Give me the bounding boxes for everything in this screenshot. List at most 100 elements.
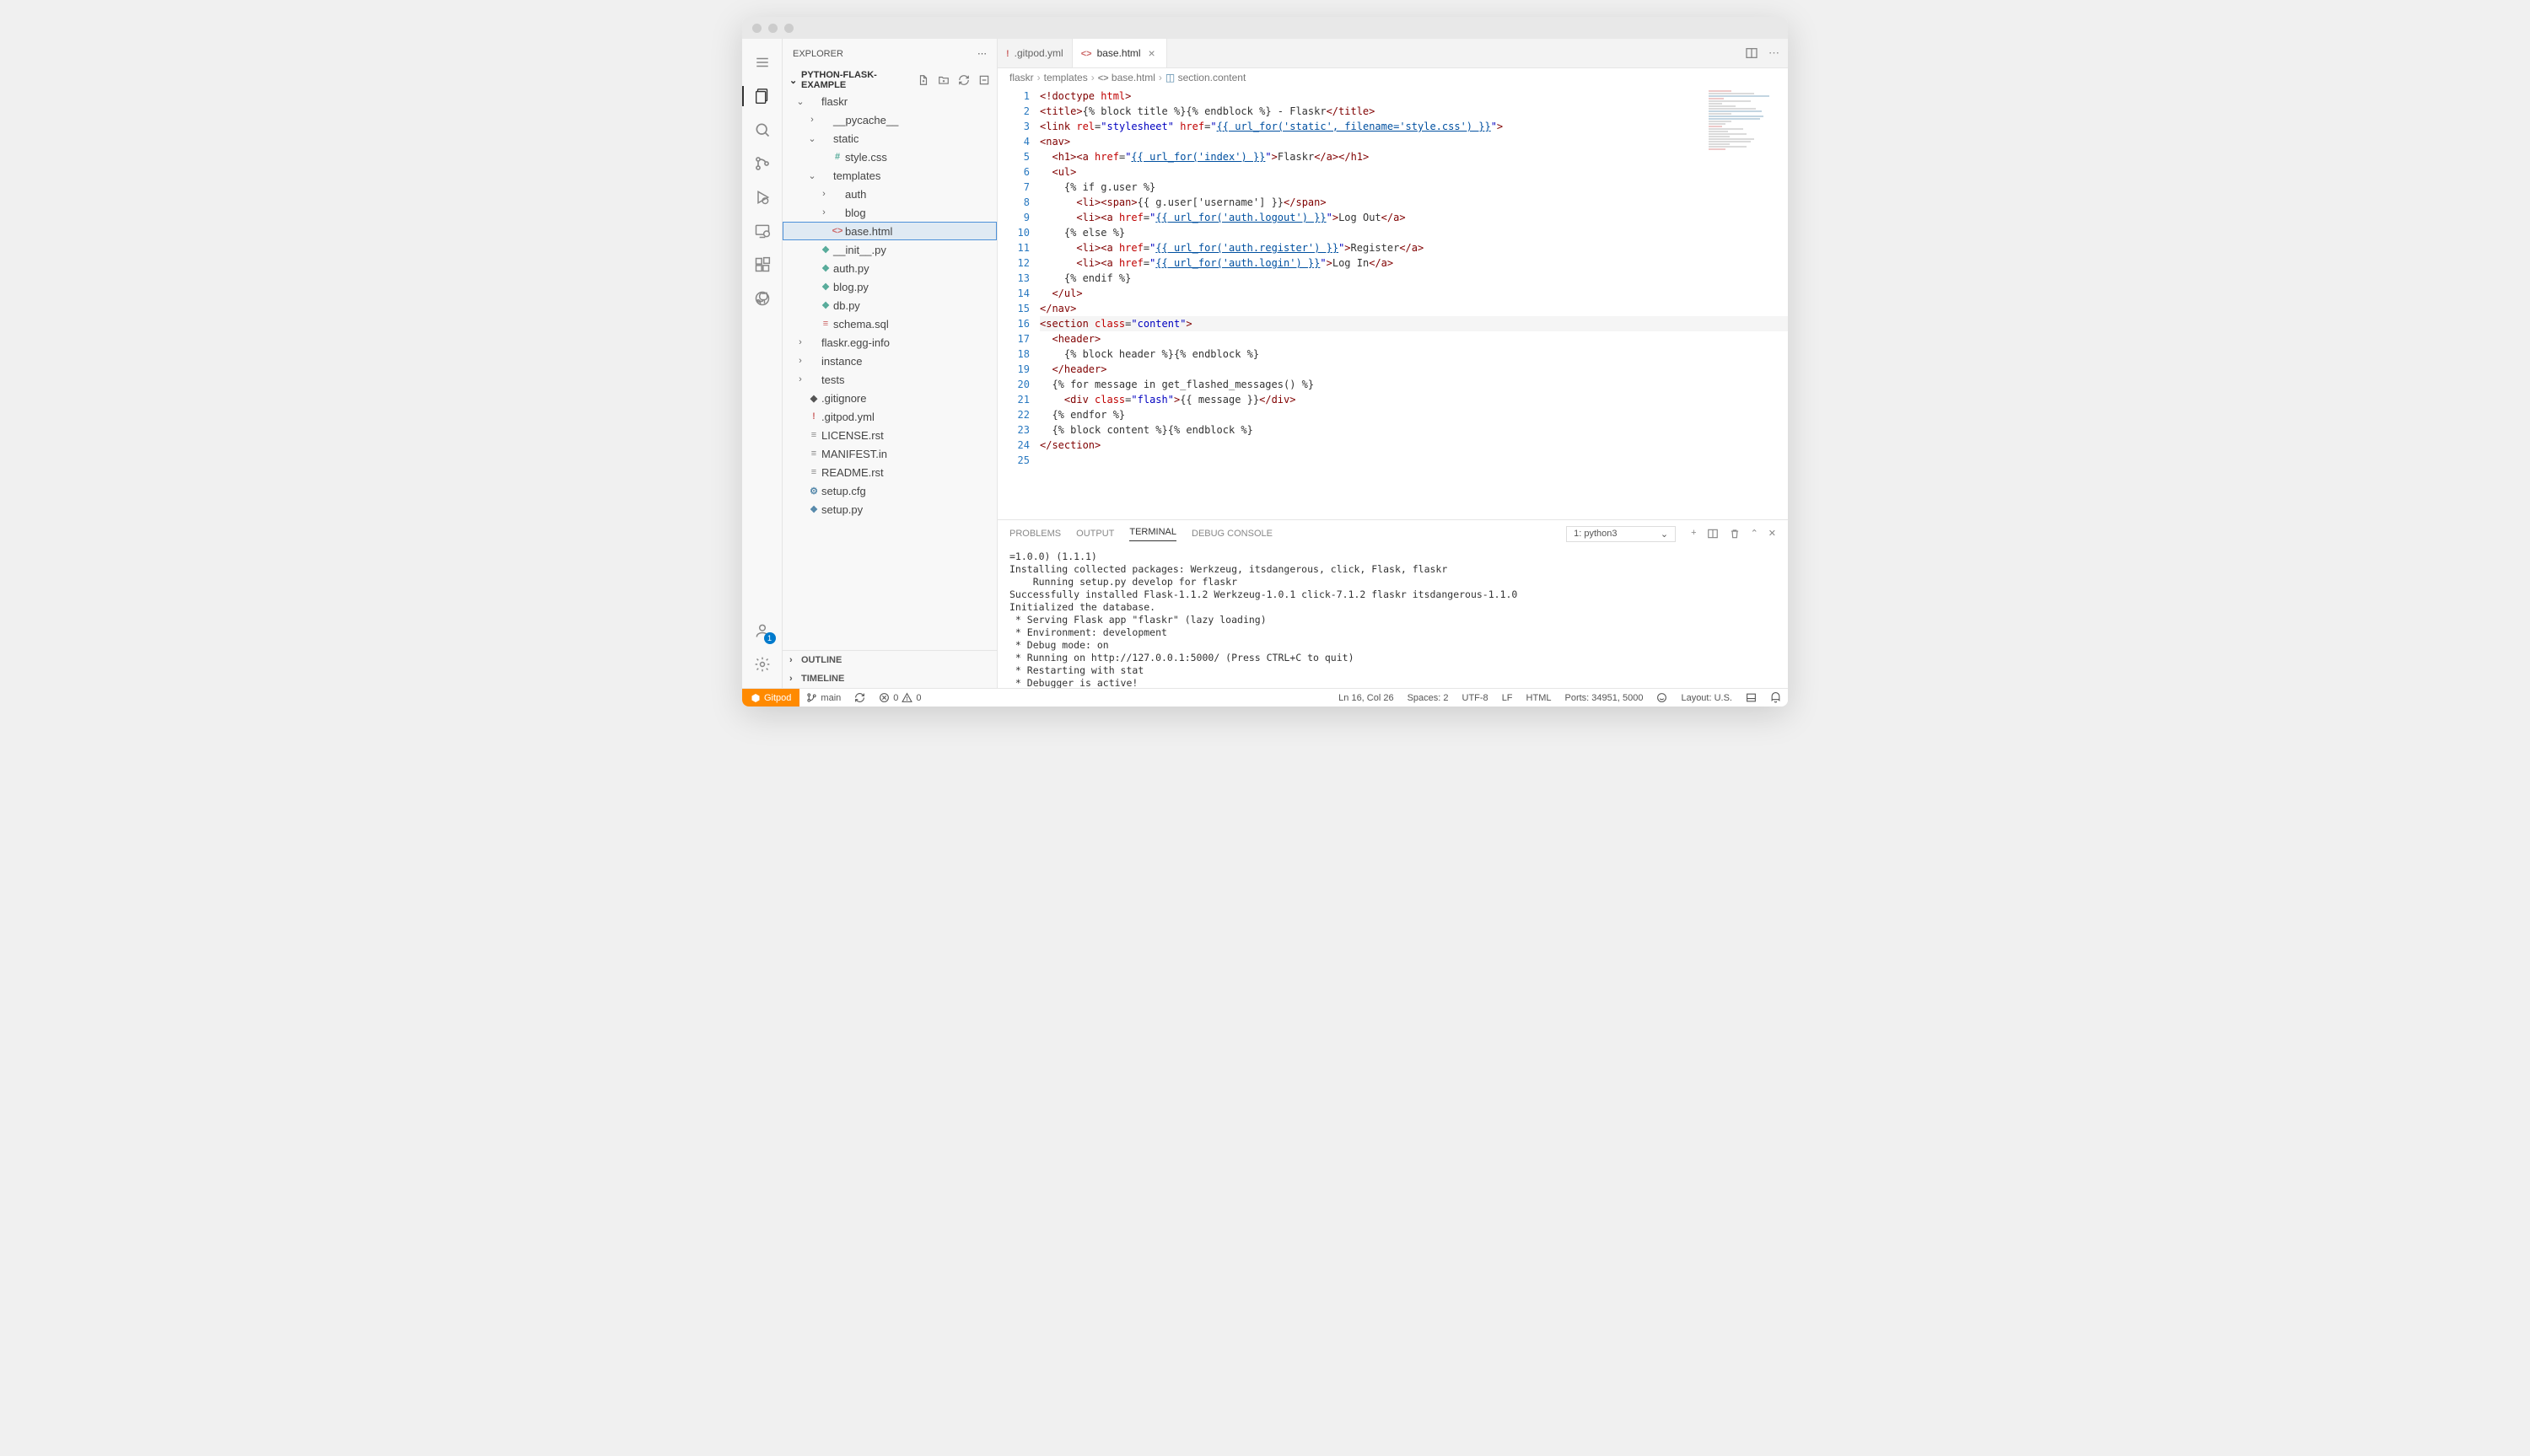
split-terminal-icon[interactable]: [1707, 528, 1719, 540]
minimap[interactable]: [1704, 87, 1788, 519]
menu-icon[interactable]: [742, 46, 783, 79]
tree-label: setup.py: [821, 503, 863, 516]
problems-indicator[interactable]: 0 0: [872, 692, 928, 703]
eol[interactable]: LF: [1495, 693, 1520, 703]
indentation[interactable]: Spaces: 2: [1401, 693, 1456, 703]
code-editor[interactable]: 1234567891011121314151617181920212223242…: [998, 87, 1788, 519]
breadcrumb-item[interactable]: flaskr: [1009, 72, 1034, 83]
breadcrumb-item[interactable]: templates: [1044, 72, 1088, 83]
sidebar-more-icon[interactable]: ⋯: [977, 48, 987, 59]
github-icon[interactable]: [742, 282, 783, 315]
cursor-position[interactable]: Ln 16, Col 26: [1332, 693, 1400, 703]
kill-terminal-icon[interactable]: [1729, 528, 1741, 540]
panel-tab[interactable]: TERMINAL: [1129, 527, 1176, 541]
file-tree: ⌄flaskr›__pycache__⌄static#style.css⌄tem…: [783, 92, 997, 650]
remote-explorer-icon[interactable]: [742, 214, 783, 248]
tab-label: .gitpod.yml: [1015, 47, 1063, 59]
panel-tab[interactable]: OUTPUT: [1076, 529, 1114, 539]
branch-indicator[interactable]: main: [799, 692, 848, 703]
project-header[interactable]: ⌄ PYTHON-FLASK-EXAMPLE: [783, 68, 997, 92]
extensions-icon[interactable]: [742, 248, 783, 282]
encoding[interactable]: UTF-8: [1456, 693, 1495, 703]
file-item[interactable]: ◆.gitignore: [783, 389, 997, 407]
folder-item[interactable]: ⌄flaskr: [783, 92, 997, 110]
file-item[interactable]: ≡MANIFEST.in: [783, 444, 997, 463]
file-icon: ≡: [806, 467, 821, 477]
chevron-icon: ⌄: [806, 133, 818, 144]
timeline-section[interactable]: › TIMELINE: [783, 669, 997, 688]
outline-section[interactable]: › OUTLINE: [783, 651, 997, 669]
file-item[interactable]: ≡schema.sql: [783, 314, 997, 333]
file-item[interactable]: ❖__init__.py: [783, 240, 997, 259]
folder-item[interactable]: ›__pycache__: [783, 110, 997, 129]
maximize-panel-icon[interactable]: ⌃: [1751, 528, 1758, 540]
sync-indicator[interactable]: [848, 692, 872, 703]
language-mode[interactable]: HTML: [1520, 693, 1558, 703]
file-item[interactable]: ❖auth.py: [783, 259, 997, 277]
chevron-icon: ›: [818, 207, 830, 218]
panel-tab[interactable]: PROBLEMS: [1009, 529, 1061, 539]
collapse-icon[interactable]: [978, 74, 990, 86]
keyboard-layout[interactable]: Layout: U.S.: [1674, 693, 1739, 703]
tree-label: auth: [845, 188, 866, 201]
tree-label: README.rst: [821, 466, 884, 479]
file-item[interactable]: #style.css: [783, 148, 997, 166]
explorer-icon[interactable]: [742, 79, 783, 113]
editor-tab[interactable]: <>base.html×: [1073, 39, 1167, 67]
ports[interactable]: Ports: 34951, 5000: [1558, 693, 1650, 703]
terminal-output[interactable]: =1.0.0) (1.1.1) Installing collected pac…: [998, 547, 1788, 688]
panel-tab[interactable]: DEBUG CONSOLE: [1192, 529, 1273, 539]
tree-label: style.css: [845, 151, 887, 164]
notifications-icon[interactable]: [1763, 692, 1788, 703]
gitpod-badge[interactable]: Gitpod: [742, 689, 799, 707]
accounts-badge: 1: [764, 632, 776, 644]
refresh-icon[interactable]: [958, 74, 970, 86]
window-close-dot[interactable]: [752, 24, 762, 33]
file-item[interactable]: ≡README.rst: [783, 463, 997, 481]
tree-label: .gitignore: [821, 392, 866, 405]
file-icon: !: [1006, 47, 1009, 59]
new-terminal-icon[interactable]: +: [1691, 528, 1696, 540]
code-content[interactable]: <!doctype html><title>{% block title %}{…: [1040, 87, 1788, 519]
split-editor-icon[interactable]: [1745, 46, 1758, 60]
breadcrumb-item[interactable]: ◫ section.content: [1165, 72, 1246, 83]
file-icon: ❖: [818, 282, 833, 293]
source-control-icon[interactable]: [742, 147, 783, 180]
close-panel-icon[interactable]: ✕: [1768, 528, 1776, 540]
folder-item[interactable]: ›auth: [783, 185, 997, 203]
terminal-select[interactable]: 1: python3⌄: [1566, 526, 1676, 542]
new-file-icon[interactable]: [918, 74, 929, 86]
file-item[interactable]: ❖blog.py: [783, 277, 997, 296]
file-item[interactable]: ⚙setup.cfg: [783, 481, 997, 500]
folder-item[interactable]: ⌄static: [783, 129, 997, 148]
file-icon: ⚙: [806, 486, 821, 497]
window-zoom-dot[interactable]: [784, 24, 794, 33]
breadcrumb[interactable]: flaskr›templates›<> base.html›◫ section.…: [998, 68, 1788, 87]
settings-gear-icon[interactable]: [742, 647, 783, 681]
editor-tab[interactable]: ! .gitpod.yml: [998, 39, 1073, 67]
new-folder-icon[interactable]: [938, 74, 950, 86]
file-item[interactable]: !.gitpod.yml: [783, 407, 997, 426]
breadcrumb-item[interactable]: <> base.html: [1098, 72, 1155, 83]
file-icon: !: [806, 411, 821, 422]
folder-item[interactable]: ›instance: [783, 352, 997, 370]
more-actions-icon[interactable]: ⋯: [1768, 46, 1779, 60]
feedback-icon[interactable]: [1650, 692, 1674, 703]
file-icon: ❖: [818, 263, 833, 274]
close-tab-icon[interactable]: ×: [1146, 46, 1158, 60]
run-debug-icon[interactable]: [742, 180, 783, 214]
file-item[interactable]: <>base.html: [783, 222, 997, 240]
folder-item[interactable]: ⌄templates: [783, 166, 997, 185]
file-item[interactable]: ≡LICENSE.rst: [783, 426, 997, 444]
search-icon[interactable]: [742, 113, 783, 147]
tree-label: flaskr.egg-info: [821, 336, 890, 349]
window-minimize-dot[interactable]: [768, 24, 778, 33]
layout-toggle-icon[interactable]: [1739, 692, 1763, 703]
folder-item[interactable]: ›flaskr.egg-info: [783, 333, 997, 352]
folder-item[interactable]: ›blog: [783, 203, 997, 222]
folder-item[interactable]: ›tests: [783, 370, 997, 389]
sidebar-header: EXPLORER ⋯: [783, 39, 997, 68]
file-item[interactable]: ❖setup.py: [783, 500, 997, 518]
accounts-icon[interactable]: 1: [742, 614, 783, 647]
file-item[interactable]: ❖db.py: [783, 296, 997, 314]
